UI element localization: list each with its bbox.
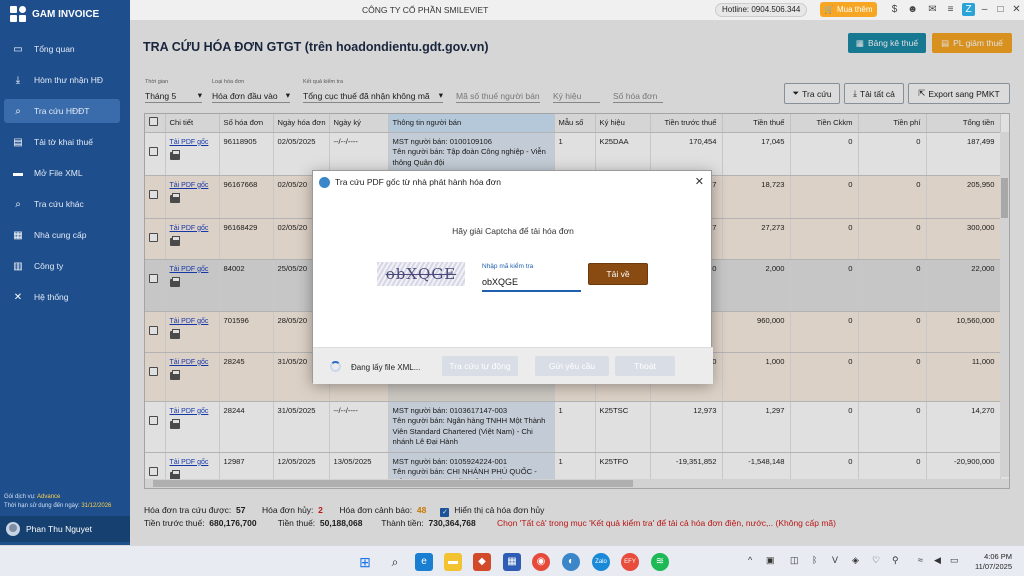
buy-more-button[interactable]: 🛒 Mua thêm [820, 2, 877, 17]
captcha-input[interactable]: obXQGE [482, 274, 581, 292]
loading-text: Đang lấy file XML... [351, 363, 421, 372]
zalo-icon[interactable]: Zalo [592, 553, 610, 571]
maximize-icon[interactable]: □ [994, 3, 1007, 16]
building-icon: ▥ [13, 260, 23, 272]
tray-app-icon[interactable]: V [832, 555, 838, 565]
logo-icon [10, 6, 26, 22]
sidebar-item-label: Tra cứu khác [34, 199, 84, 209]
company-name: CÔNG TY CỔ PHẦN SMILEVIET [362, 5, 489, 15]
sidebar-item-label: Tổng quan [34, 44, 75, 54]
contacts-icon: ▦ [13, 229, 23, 241]
list-icon[interactable]: ≡ [944, 3, 957, 16]
wifi-icon[interactable]: ≈ [918, 555, 923, 565]
expiry-value: 31/12/2026 [81, 503, 112, 509]
search-icon[interactable]: ⌕ [386, 553, 404, 571]
loading-spinner-icon [330, 361, 341, 372]
tray-app-icon[interactable]: ⚲ [892, 555, 899, 566]
doc-icon: ▤ [13, 136, 23, 148]
bluetooth-icon[interactable]: ᛒ [812, 555, 817, 565]
dialog-title: Tra cứu PDF gốc từ nhà phát hành hóa đơn [335, 177, 501, 187]
sidebar-item[interactable]: ⌕ Tra cứu HĐĐT [4, 99, 120, 123]
tray-app-icon[interactable]: ◈ [852, 555, 859, 566]
chevron-up-icon[interactable]: ^ [748, 555, 752, 565]
gam-invoice-icon[interactable]: ◐ [562, 553, 580, 571]
folder-icon: ▬ [13, 167, 23, 179]
auto-lookup-button[interactable]: Tra cứu tự động [442, 356, 518, 376]
money-icon[interactable]: $ [888, 3, 901, 16]
download-button[interactable]: Tải về [588, 263, 648, 285]
close-icon[interactable]: ✕ [1010, 3, 1023, 16]
captcha-dialog: Tra cứu PDF gốc từ nhà phát hành hóa đơn… [312, 170, 713, 384]
exit-button[interactable]: Thoát [615, 356, 675, 376]
efy-icon[interactable]: EFY [621, 553, 639, 571]
expiry-label: Thời hạn sử dụng đến ngày: [4, 503, 80, 509]
service-label: Gói dịch vụ: [4, 494, 36, 500]
tray-app-icon[interactable]: ▣ [766, 555, 775, 566]
sidebar-item[interactable]: ▦ Nhà cung cấp [4, 223, 120, 247]
sidebar-item-label: Tra cứu HĐĐT [34, 106, 90, 116]
sidebar-item-label: Hệ thống [34, 292, 69, 302]
service-value: Advance [37, 494, 61, 500]
sidebar-item-label: Công ty [34, 261, 64, 271]
close-icon[interactable]: ✕ [695, 175, 704, 188]
sidebar-item-label: Nhà cung cấp [34, 230, 87, 240]
app-icon [319, 177, 330, 188]
cart-icon: 🛒 [824, 5, 834, 14]
search-doc-icon: ⌕ [15, 105, 21, 117]
tray-app-icon[interactable]: ◫ [790, 555, 799, 566]
captcha-prompt: Hãy giải Captcha để tải hóa đơn [452, 226, 574, 236]
service-info: Gói dịch vụ: Advance Thời hạn sử dụng đế… [4, 493, 111, 511]
search-icon: ⌕ [15, 198, 21, 210]
volume-icon[interactable]: ◀ [934, 555, 941, 566]
clock[interactable]: 4:06 PM 11/07/2025 [975, 552, 1012, 572]
captcha-image: obXQGE [377, 262, 465, 286]
minimize-icon[interactable]: – [978, 3, 991, 16]
message-icon[interactable]: ✉ [926, 3, 939, 16]
user-profile[interactable]: Phan Thu Nguyet [0, 516, 130, 542]
explorer-icon[interactable]: ▬ [444, 553, 462, 571]
dialog-footer: Đang lấy file XML... Tra cứu tự động Gửi… [313, 347, 713, 384]
sidebar-item[interactable]: ✕ Hệ thống [4, 285, 120, 309]
sidebar-item-label: Mở File XML [34, 168, 83, 178]
tray-app-icon[interactable]: ♡ [872, 555, 880, 566]
buy-more-label: Mua thêm [836, 5, 873, 14]
app-name: GAM INVOICE [32, 8, 100, 20]
app-icon[interactable]: ◆ [473, 553, 491, 571]
sidebar-item[interactable]: ▥ Công ty [4, 254, 120, 278]
sidebar-item[interactable]: ▤ Tải tờ khai thuế [4, 130, 120, 154]
sidebar-item-label: Tải tờ khai thuế [34, 137, 93, 147]
zalo-icon[interactable]: Z [962, 3, 975, 16]
edge-icon[interactable]: e [415, 553, 433, 571]
start-icon[interactable]: ⊞ [356, 553, 374, 571]
user-name: Phan Thu Nguyet [26, 524, 92, 534]
clock-date: 11/07/2025 [975, 562, 1012, 571]
send-request-button[interactable]: Gửi yêu cầu [535, 356, 609, 376]
chrome-icon[interactable]: ◉ [532, 553, 550, 571]
sidebar-item[interactable]: ▬ Mở File XML [4, 161, 120, 185]
captcha-input-label: Nhập mã kiểm tra [482, 263, 534, 270]
hotline: Hotline: 0904.506.344 [715, 3, 808, 17]
user-icon[interactable]: ☻ [906, 3, 919, 16]
sidebar-item-label: Hòm thư nhận HĐ [34, 75, 103, 85]
sidebar: GAM INVOICE ▭ Tổng quan ⤓ Hòm thư nhận HĐ ⌕ T… [0, 0, 130, 545]
clock-time: 4:06 PM [984, 552, 1012, 561]
taskbar: ⊞ ⌕ e ▬ ◆ ▦ ◉ ◐ Zalo EFY ≋ ^ ▣ ◫ ᛒ V ◈ ♡… [0, 545, 1024, 576]
monitor-icon: ▭ [13, 43, 23, 55]
tools-icon: ✕ [13, 291, 23, 303]
sidebar-item[interactable]: ⤓ Hòm thư nhận HĐ [4, 68, 120, 92]
sidebar-item[interactable]: ⌕ Tra cứu khác [4, 192, 120, 216]
inbox-download-icon: ⤓ [15, 74, 21, 86]
spotify-icon[interactable]: ≋ [651, 553, 669, 571]
app-icon[interactable]: ▦ [503, 553, 521, 571]
title-bar: CÔNG TY CỔ PHẦN SMILEVIET Hotline: 0904.… [130, 0, 1024, 20]
sidebar-item[interactable]: ▭ Tổng quan [4, 37, 120, 61]
app-logo: GAM INVOICE [10, 6, 99, 22]
avatar [6, 522, 20, 536]
battery-icon[interactable]: ▭ [950, 555, 959, 566]
